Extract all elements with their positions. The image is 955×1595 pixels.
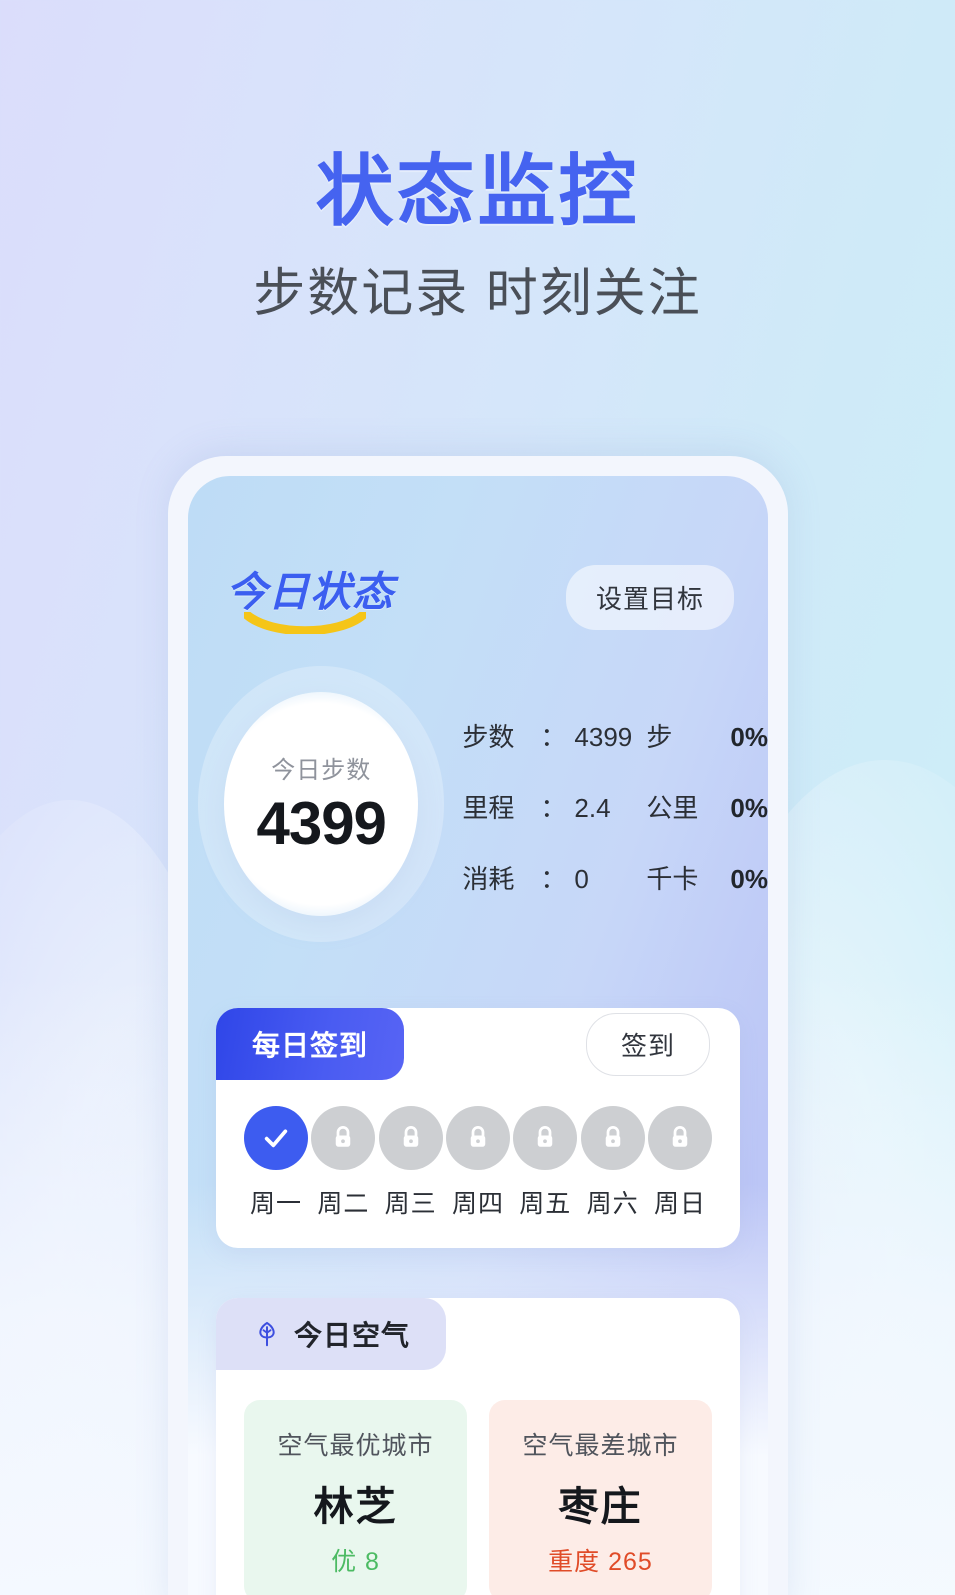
- stat-row-steps: 步数 ： 4399 步 0%: [462, 717, 768, 754]
- stat-value: 2.4: [574, 792, 611, 823]
- day-status-circle[interactable]: [647, 1106, 712, 1170]
- stat-unit: 步: [646, 721, 673, 752]
- stat-value: 4399: [574, 721, 633, 752]
- air-best-city-box[interactable]: 空气最优城市 林芝 优 8: [244, 1400, 467, 1595]
- day-status-circle[interactable]: [513, 1106, 578, 1170]
- stat-percent: 0%: [730, 721, 768, 752]
- lock-icon: [336, 1126, 351, 1147]
- day-label: 周日: [653, 1190, 706, 1218]
- air-worst-city: 枣庄: [558, 1485, 643, 1529]
- air-worst-city-box[interactable]: 空气最差城市 枣庄 重度 265: [489, 1400, 712, 1595]
- app-brand-label: 今日状态: [226, 569, 394, 615]
- stat-colon: ：: [540, 863, 567, 894]
- day-label: 周二: [317, 1190, 370, 1218]
- day-status-circle[interactable]: [445, 1106, 510, 1170]
- air-quality-tab[interactable]: 今日空气: [216, 1298, 447, 1370]
- steps-stats-list: 步数 ： 4399 步 0% 里程 ： 2.4 公里 0% 消耗 ： 0 千卡 …: [462, 713, 768, 896]
- daily-checkin-card: 每日签到 签到 周一 周二 周三 周四 周五 周六 周日: [216, 1008, 740, 1248]
- day-label: 周四: [451, 1190, 504, 1218]
- stat-row-distance: 里程 ： 2.4 公里 0%: [462, 788, 768, 825]
- stat-label: 步数: [462, 721, 515, 752]
- air-worst-label: 空气最差城市: [522, 1432, 679, 1460]
- phone-mockup: 今日状态 设置目标 今日步数 4399 步数 ： 4399 步 0% 里程 ： …: [168, 456, 788, 1595]
- lock-icon: [672, 1126, 688, 1147]
- air-best-score: 优 8: [331, 1548, 380, 1576]
- day-label: 周六: [586, 1190, 639, 1218]
- smile-underline-icon: [244, 612, 366, 634]
- air-worst-score: 重度 265: [548, 1548, 653, 1576]
- stat-percent: 0%: [730, 863, 768, 894]
- checkin-day[interactable]: 周六: [580, 1106, 645, 1220]
- lock-icon: [605, 1126, 620, 1147]
- day-status-circle[interactable]: [580, 1106, 645, 1170]
- page-subtitle: 步数记录 时刻关注: [253, 265, 702, 323]
- steps-ring: 今日步数 4399: [224, 692, 419, 916]
- app-brand: 今日状态: [226, 558, 394, 636]
- steps-section: 今日步数 4399 步数 ： 4399 步 0% 里程 ： 2.4 公里 0%: [188, 636, 768, 916]
- sign-in-button[interactable]: 签到: [585, 1012, 710, 1076]
- stat-colon: ：: [540, 721, 567, 752]
- stat-label: 消耗: [462, 863, 515, 894]
- day-label: 周三: [384, 1190, 437, 1218]
- hero-section: 状态监控 步数记录 时刻关注: [0, 152, 955, 323]
- stat-colon: ：: [540, 792, 567, 823]
- daily-checkin-tab[interactable]: 每日签到: [216, 1008, 405, 1080]
- check-icon: [264, 1129, 288, 1148]
- lock-icon: [538, 1126, 553, 1147]
- steps-ring-label: 今日步数: [271, 757, 372, 784]
- tree-icon: [259, 1321, 275, 1347]
- day-status-circle[interactable]: [378, 1106, 443, 1170]
- page-title: 状态监控: [315, 147, 640, 235]
- steps-ring-value: 4399: [256, 790, 386, 857]
- set-goal-button[interactable]: 设置目标: [565, 564, 734, 630]
- air-quality-card: 今日空气 空气最优城市 林芝 优 8 空气最差城市 枣庄 重度 265 排名 城…: [216, 1298, 740, 1595]
- lock-icon: [403, 1126, 418, 1147]
- stat-row-calories: 消耗 ： 0 千卡 0%: [462, 859, 768, 896]
- checkin-days-list: 周一 周二 周三 周四 周五 周六 周日: [216, 1080, 740, 1248]
- daily-checkin-header: 每日签到 签到: [216, 1008, 740, 1080]
- checkin-day[interactable]: 周四: [445, 1106, 510, 1220]
- phone-screen: 今日状态 设置目标 今日步数 4399 步数 ： 4399 步 0% 里程 ： …: [188, 476, 768, 1595]
- air-best-label: 空气最优城市: [277, 1432, 434, 1460]
- stat-label: 里程: [462, 792, 515, 823]
- day-label: 周五: [519, 1190, 572, 1218]
- air-best-city: 林芝: [313, 1485, 398, 1529]
- stat-percent: 0%: [730, 792, 768, 823]
- checkin-day[interactable]: 周五: [513, 1106, 578, 1220]
- air-quality-summary: 空气最优城市 林芝 优 8 空气最差城市 枣庄 重度 265: [216, 1370, 740, 1595]
- day-status-circle[interactable]: [311, 1106, 376, 1170]
- day-status-circle[interactable]: [244, 1106, 308, 1170]
- air-quality-tab-label: 今日空气: [294, 1320, 411, 1351]
- stat-unit: 公里: [646, 792, 699, 823]
- day-label: 周一: [249, 1190, 302, 1218]
- checkin-day[interactable]: 周日: [647, 1106, 712, 1220]
- lock-icon: [470, 1126, 486, 1147]
- stat-value: 0: [574, 863, 589, 894]
- checkin-day[interactable]: 周三: [378, 1106, 443, 1220]
- checkin-day[interactable]: 周二: [311, 1106, 376, 1220]
- stat-unit: 千卡: [646, 863, 699, 894]
- checkin-day[interactable]: 周一: [244, 1106, 308, 1220]
- app-header: 今日状态 设置目标: [188, 476, 768, 636]
